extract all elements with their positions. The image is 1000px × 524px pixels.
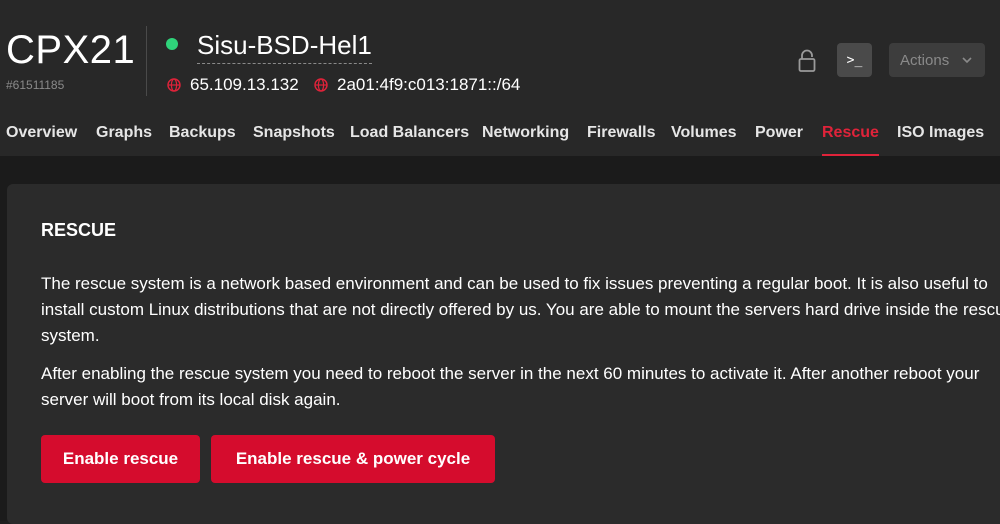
ipv4-address[interactable]: 65.109.13.132 (167, 74, 299, 96)
rescue-reboot-note: After enabling the rescue system you nee… (41, 364, 980, 409)
rescue-description: The rescue system is a network based env… (41, 274, 1000, 345)
tab-snapshots[interactable]: Snapshots (253, 118, 335, 154)
server-id: #61511185 (6, 78, 65, 92)
tab-rescue[interactable]: Rescue (822, 118, 879, 156)
rescue-title: RESCUE (41, 220, 117, 240)
terminal-icon: >_ (846, 52, 863, 68)
tab-backups[interactable]: Backups (169, 118, 236, 154)
server-header: CPX21 #61511185 Sisu-BSD-Hel1 65.109.13.… (0, 0, 1000, 156)
tab-power[interactable]: Power (755, 118, 803, 154)
ipv6-text: 2a01:4f9:c013:1871::/64 (337, 75, 521, 94)
enable-rescue-button[interactable]: Enable rescue (41, 435, 200, 483)
main-content: RESCUE The rescue system is a network ba… (0, 156, 1000, 524)
status-indicator-icon (166, 38, 178, 50)
tab-iso-images[interactable]: ISO Images (897, 118, 984, 154)
tab-graphs[interactable]: Graphs (96, 118, 152, 154)
enable-rescue-power-cycle-button[interactable]: Enable rescue & power cycle (211, 435, 495, 483)
ipv4-text: 65.109.13.132 (190, 75, 299, 94)
header-divider (146, 26, 147, 96)
tab-networking[interactable]: Networking (482, 118, 569, 154)
tab-volumes[interactable]: Volumes (671, 118, 737, 154)
lock-icon[interactable] (795, 48, 819, 74)
globe-icon (314, 78, 328, 92)
tab-overview[interactable]: Overview (6, 118, 77, 154)
server-tabs: Overview Graphs Backups Snapshots Load B… (0, 118, 1000, 156)
chevron-down-icon (962, 57, 972, 64)
tab-load-balancers[interactable]: Load Balancers (350, 118, 469, 154)
console-button[interactable]: >_ (837, 43, 872, 77)
rescue-card: RESCUE The rescue system is a network ba… (7, 184, 1000, 524)
ipv6-address[interactable]: 2a01:4f9:c013:1871::/64 (314, 74, 520, 96)
tab-firewalls[interactable]: Firewalls (587, 118, 655, 154)
actions-button[interactable]: Actions (889, 43, 985, 77)
server-type-title: CPX21 (6, 28, 136, 72)
server-name[interactable]: Sisu-BSD-Hel1 (197, 28, 372, 64)
globe-icon (167, 78, 181, 92)
actions-label: Actions (900, 51, 950, 69)
